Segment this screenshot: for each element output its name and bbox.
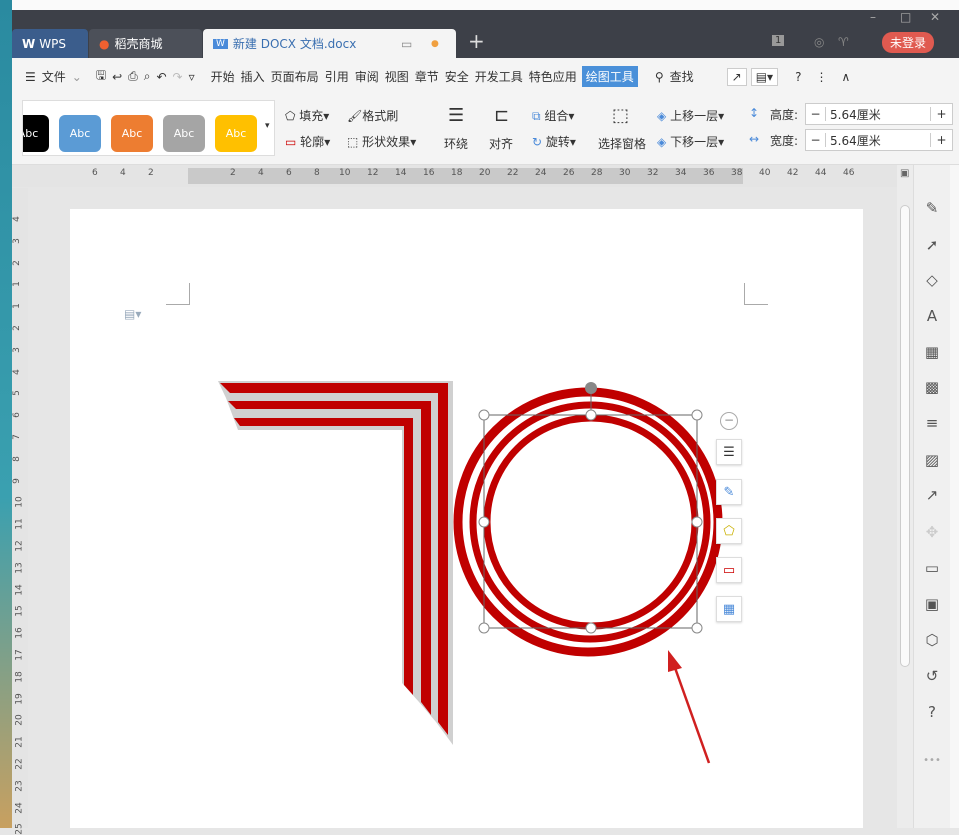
resize-handle[interactable] xyxy=(692,517,702,527)
resize-handle[interactable] xyxy=(479,410,489,420)
grid-icon: ▦ xyxy=(723,602,735,617)
collapse-float-toolbar-icon[interactable]: − xyxy=(720,412,738,430)
resize-handle[interactable] xyxy=(692,623,702,633)
scrollbar-thumb[interactable] xyxy=(900,205,910,667)
share-icon[interactable]: ↗ xyxy=(922,485,942,505)
sliders-icon[interactable]: ≡ xyxy=(922,413,942,433)
resize-handle[interactable] xyxy=(586,410,596,420)
drawing-canvas xyxy=(0,0,959,828)
resize-handle[interactable] xyxy=(479,623,489,633)
layout-options-button[interactable]: ☰ xyxy=(716,439,742,465)
table-icon[interactable]: ▦ xyxy=(922,342,942,362)
resize-handle[interactable] xyxy=(692,410,702,420)
pen-icon[interactable]: ✎ xyxy=(922,198,942,218)
ring-shape[interactable] xyxy=(458,392,718,652)
fill-color-button[interactable]: ⬠ xyxy=(716,518,742,544)
resize-handle[interactable] xyxy=(479,517,489,527)
shapes-icon[interactable]: ◇ xyxy=(922,270,942,290)
gallery-icon[interactable]: ▨ xyxy=(922,450,942,470)
network-icon[interactable]: ✥ xyxy=(922,522,942,542)
page-view-icon[interactable]: ▣ xyxy=(900,168,909,179)
style-brush-button[interactable]: ✎ xyxy=(716,479,742,505)
seven-shape[interactable] xyxy=(218,381,453,745)
apps-icon[interactable]: ▩ xyxy=(922,377,942,397)
history-icon[interactable]: ↺ xyxy=(922,666,942,686)
fill-icon: ⬠ xyxy=(723,524,734,539)
more-shapes-button[interactable]: ▦ xyxy=(716,596,742,622)
background-window-edge xyxy=(950,165,959,828)
cursor-icon[interactable]: ➚ xyxy=(922,235,942,255)
red-arrow xyxy=(668,650,709,763)
resize-handle[interactable] xyxy=(586,623,596,633)
image-icon[interactable]: ▣ xyxy=(922,594,942,614)
archive-icon[interactable]: ▭ xyxy=(922,558,942,578)
help-icon[interactable]: ? xyxy=(922,702,942,722)
vertical-scrollbar[interactable]: ▣ xyxy=(897,165,913,828)
more-icon[interactable]: ••• xyxy=(922,751,942,771)
brush-icon: ✎ xyxy=(724,485,735,500)
outline-color-button[interactable]: ▭ xyxy=(716,557,742,583)
outline-icon: ▭ xyxy=(723,563,735,578)
wrap-text-icon: ☰ xyxy=(723,445,735,460)
backup-icon[interactable]: ⬡ xyxy=(922,630,942,650)
text-style-icon[interactable]: A xyxy=(922,306,942,326)
right-sidebar: ✎ ➚ ◇ A ▦ ▩ ≡ ▨ ↗ ✥ ▭ ▣ ⬡ ↺ ? ••• xyxy=(913,165,950,828)
rotate-handle[interactable] xyxy=(585,382,597,394)
